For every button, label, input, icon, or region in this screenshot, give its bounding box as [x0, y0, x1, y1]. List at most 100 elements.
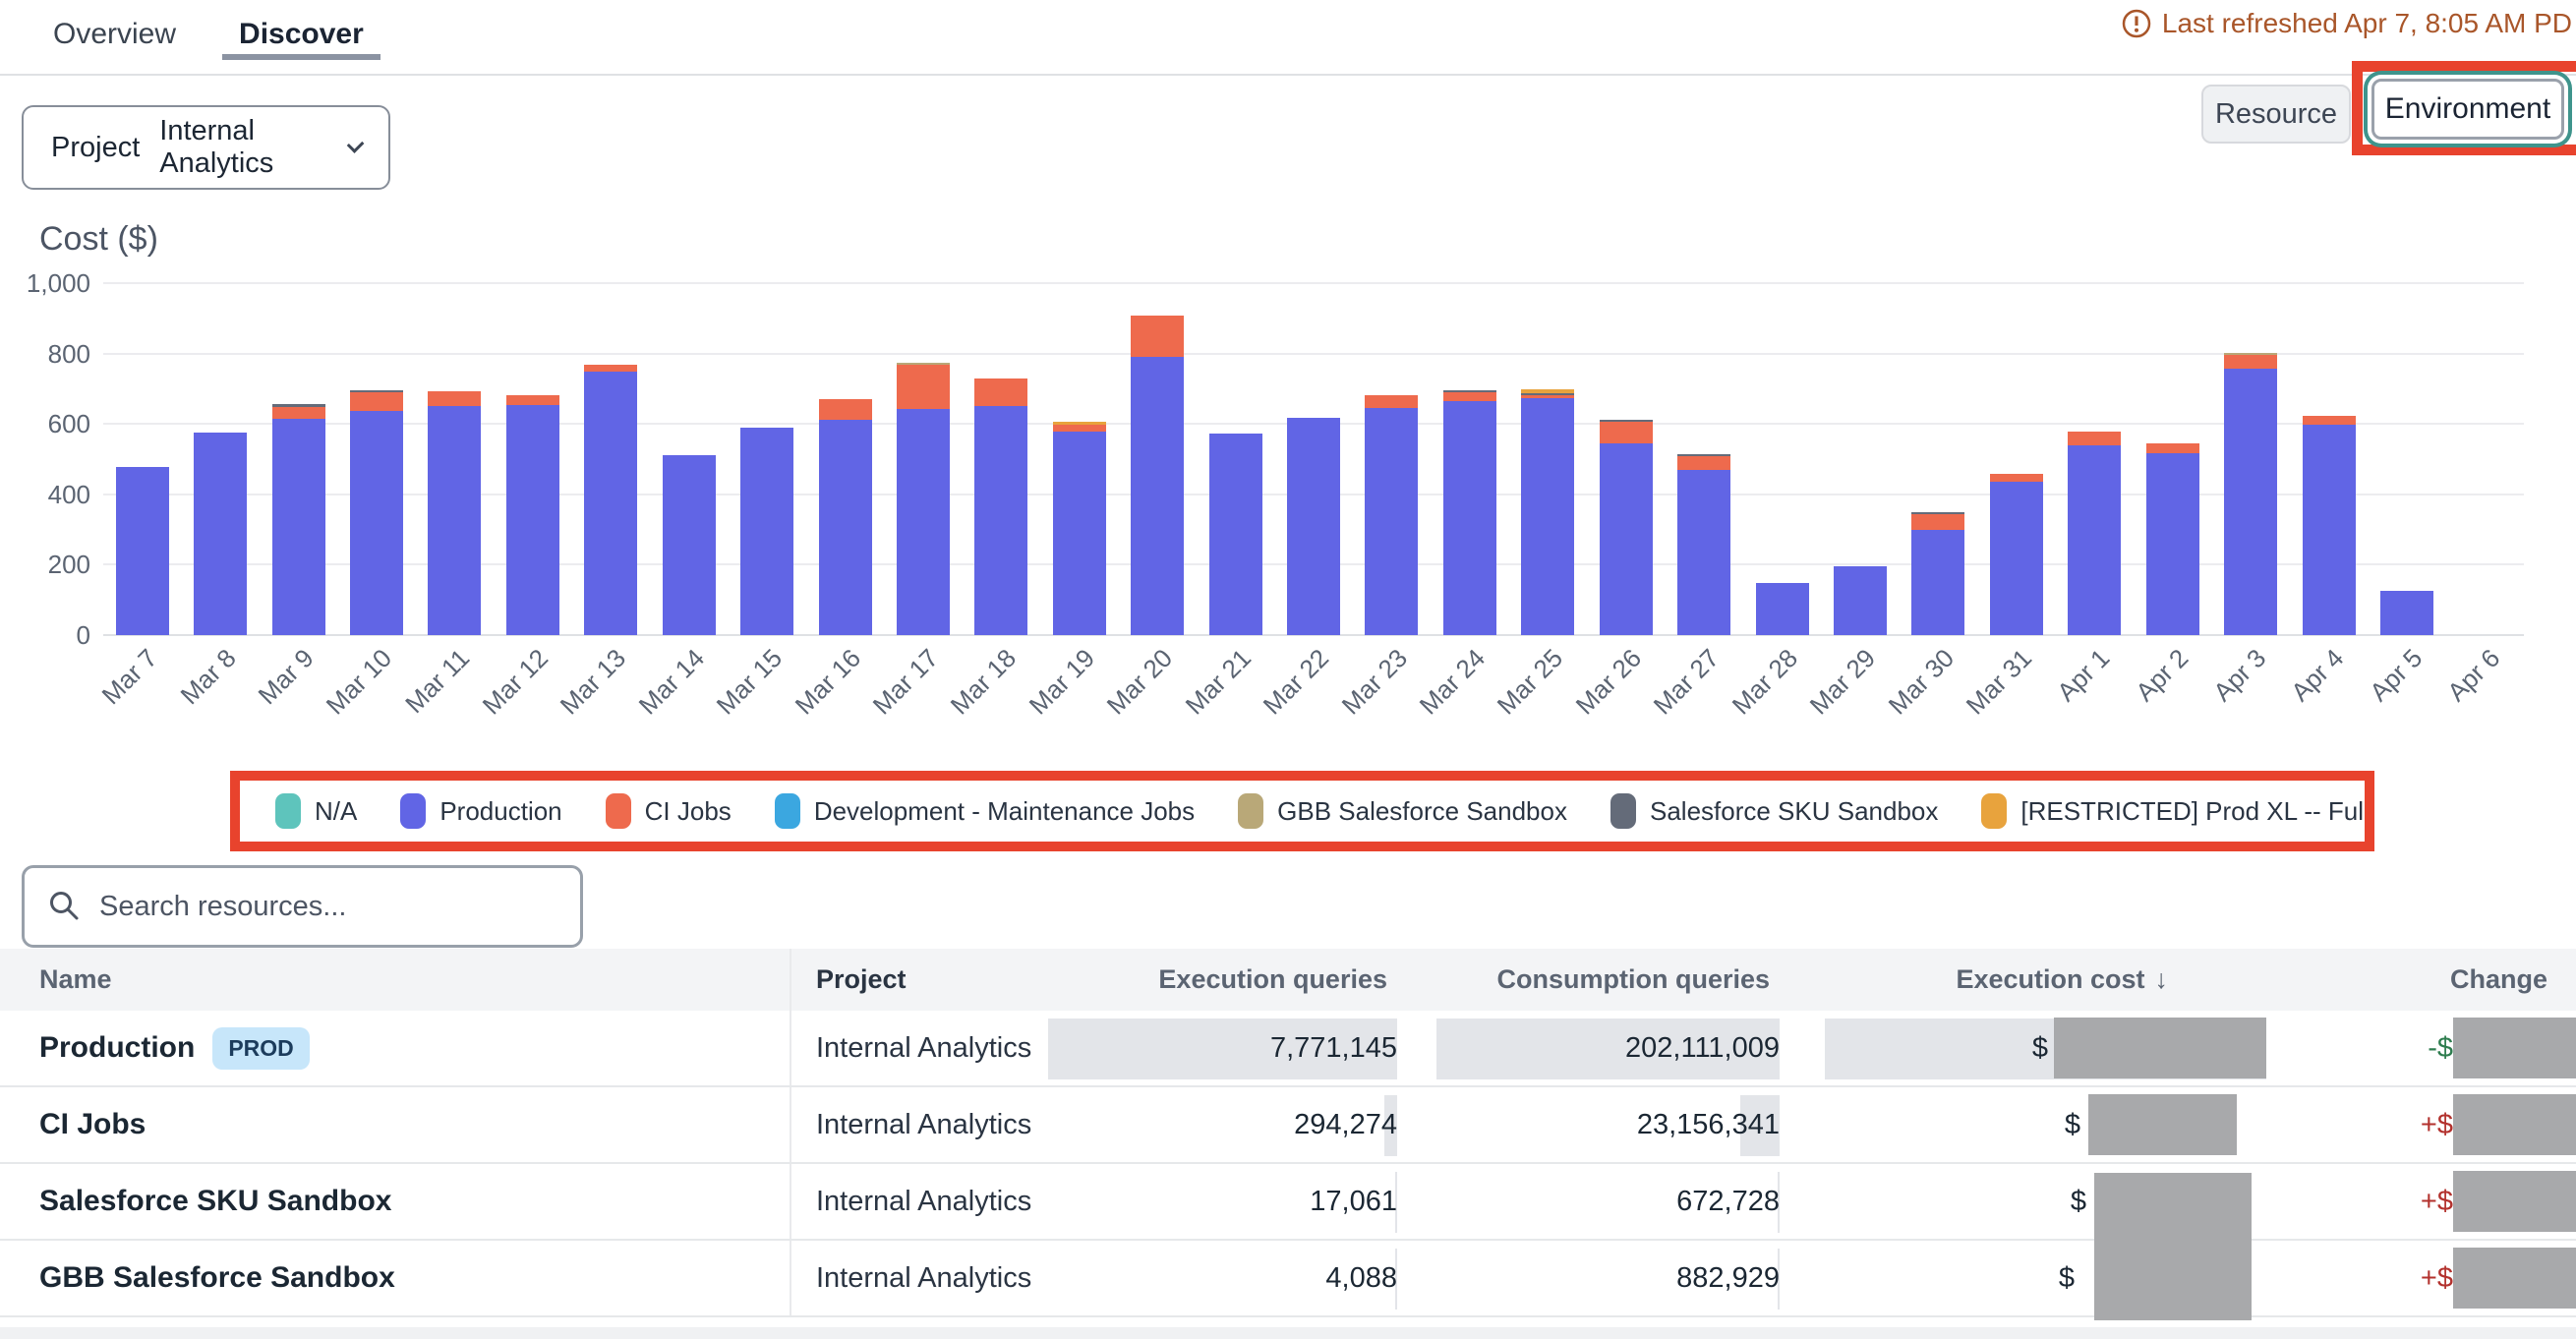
change-sign: +$ [2421, 1186, 2453, 1218]
bar-group-mar-22[interactable]: Mar 22 [1274, 283, 1352, 635]
bar-segment [2224, 369, 2277, 635]
y-axis-label: 800 [0, 339, 90, 370]
legend-item[interactable]: Development - Maintenance Jobs [775, 793, 1195, 829]
bar-group-apr-4[interactable]: Apr 4 [2290, 283, 2368, 635]
x-axis-label: Mar 11 [400, 643, 477, 720]
bar-group-mar-24[interactable]: Mar 24 [1431, 283, 1508, 635]
cell-execution-cost: $ [1780, 1164, 2271, 1239]
legend-item[interactable]: [RESTRICTED] Prod XL -- Full-Refresh job… [1981, 793, 2374, 829]
bar-group-mar-19[interactable]: Mar 19 [1040, 283, 1118, 635]
bar-group-apr-5[interactable]: Apr 5 [2368, 283, 2445, 635]
bar-segment [740, 428, 793, 635]
bar-group-mar-27[interactable]: Mar 27 [1665, 283, 1742, 635]
bar-segment [1911, 514, 1964, 530]
bar-segment [2303, 416, 2356, 425]
project-filter-dropdown[interactable]: Project Internal Analytics [22, 105, 390, 190]
search-icon [48, 890, 82, 923]
bar-group-apr-3[interactable]: Apr 3 [2211, 283, 2289, 635]
legend-label: GBB Salesforce Sandbox [1277, 796, 1567, 827]
bar-group-mar-13[interactable]: Mar 13 [572, 283, 650, 635]
bar-group-mar-17[interactable]: Mar 17 [884, 283, 962, 635]
bar-group-mar-30[interactable]: Mar 30 [1900, 283, 1977, 635]
x-axis-label: Mar 29 [1804, 643, 1882, 721]
cell-execution-cost: $ [1780, 1087, 2271, 1162]
cell-consumption-queries: 202,111,009 [1397, 1011, 1780, 1085]
redaction-box [2453, 1018, 2576, 1078]
legend-item[interactable]: GBB Salesforce Sandbox [1238, 793, 1567, 829]
legend-label: [RESTRICTED] Prod XL -- Full-Refresh job… [2020, 796, 2374, 827]
bar-group-mar-11[interactable]: Mar 11 [416, 283, 494, 635]
header-cell-execution-queries[interactable]: Execution queries [1032, 949, 1397, 1011]
bar-group-mar-31[interactable]: Mar 31 [1977, 283, 2055, 635]
table-header: NameProjectExecution queriesConsumption … [0, 949, 2576, 1011]
legend-item[interactable]: CI Jobs [606, 793, 732, 829]
header-cell-execution-cost[interactable]: Execution cost↓ [1780, 949, 2271, 1011]
bar-group-mar-9[interactable]: Mar 9 [260, 283, 337, 635]
cell-execution-queries: 17,061 [1032, 1164, 1397, 1239]
header-cell-change[interactable]: Change [2271, 949, 2576, 1011]
bar-group-apr-2[interactable]: Apr 2 [2134, 283, 2211, 635]
legend-item[interactable]: N/A [275, 793, 357, 829]
x-axis-label: Mar 8 [174, 643, 242, 711]
legend-swatch-icon [1981, 793, 2007, 829]
bar-group-mar-10[interactable]: Mar 10 [337, 283, 415, 635]
cell-project: Internal Analytics [791, 1087, 1032, 1162]
y-axis-label: 200 [0, 550, 90, 580]
table-bottom-strip [0, 1327, 2576, 1339]
x-axis-label: Mar 28 [1726, 643, 1803, 721]
change-sign: +$ [2421, 1109, 2453, 1141]
project-filter-label: Project [51, 132, 140, 164]
bar-segment [1677, 456, 1730, 470]
x-axis-label: Mar 21 [1179, 643, 1257, 721]
bar-group-mar-7[interactable]: Mar 7 [103, 283, 181, 635]
x-axis-label: Mar 10 [321, 643, 398, 721]
bar-segment [1911, 530, 1964, 635]
table-row[interactable]: ProductionPRODInternal Analytics7,771,14… [0, 1011, 2576, 1087]
bar-segment [2068, 445, 2121, 635]
bar-segment [1053, 432, 1106, 635]
bar-group-mar-15[interactable]: Mar 15 [728, 283, 805, 635]
bar-group-mar-16[interactable]: Mar 16 [806, 283, 884, 635]
bar-group-mar-12[interactable]: Mar 12 [494, 283, 571, 635]
environment-button[interactable]: Environment [2371, 79, 2564, 140]
bar-group-mar-26[interactable]: Mar 26 [1587, 283, 1665, 635]
legend-item[interactable]: Salesforce SKU Sandbox [1610, 793, 1938, 829]
bar-group-apr-6[interactable]: Apr 6 [2446, 283, 2524, 635]
table-row[interactable]: Salesforce SKU SandboxInternal Analytics… [0, 1164, 2576, 1241]
bar-group-mar-25[interactable]: Mar 25 [1509, 283, 1587, 635]
header-cell-name[interactable]: Name [0, 949, 791, 1011]
x-axis-label: Mar 17 [867, 643, 945, 721]
legend-swatch-icon [606, 793, 631, 829]
tab-overview[interactable]: Overview [53, 0, 176, 76]
redaction-box [2088, 1094, 2237, 1155]
bar-group-mar-18[interactable]: Mar 18 [963, 283, 1040, 635]
bar-group-mar-28[interactable]: Mar 28 [1743, 283, 1821, 635]
bar-group-mar-23[interactable]: Mar 23 [1353, 283, 1431, 635]
x-axis-label: Mar 27 [1648, 643, 1726, 721]
legend-label: Development - Maintenance Jobs [814, 796, 1195, 827]
bar-group-mar-20[interactable]: Mar 20 [1118, 283, 1196, 635]
cell-name: CI Jobs [0, 1087, 791, 1162]
bar-group-mar-8[interactable]: Mar 8 [181, 283, 259, 635]
legend-swatch-icon [275, 793, 301, 829]
legend-item[interactable]: Production [400, 793, 561, 829]
bar-group-mar-29[interactable]: Mar 29 [1821, 283, 1899, 635]
header-cell-project[interactable]: Project [791, 949, 1032, 1011]
x-axis-label: Mar 18 [945, 643, 1023, 721]
resource-button[interactable]: Resource [2201, 85, 2351, 144]
warning-icon [2121, 8, 2152, 39]
bar-segment [506, 395, 559, 405]
tab-discover[interactable]: Discover [239, 0, 364, 76]
legend-swatch-icon [1610, 793, 1636, 829]
bar-segment [1756, 583, 1809, 635]
bar-group-apr-1[interactable]: Apr 1 [2056, 283, 2134, 635]
bar-group-mar-21[interactable]: Mar 21 [1197, 283, 1274, 635]
bar-group-mar-14[interactable]: Mar 14 [650, 283, 728, 635]
x-axis-label: Mar 26 [1570, 643, 1648, 721]
search-input[interactable] [99, 891, 556, 923]
table-row[interactable]: CI JobsInternal Analytics294,27423,156,3… [0, 1087, 2576, 1164]
header-cell-consumption-queries[interactable]: Consumption queries [1397, 949, 1780, 1011]
bar-segment [584, 365, 637, 372]
legend-swatch-icon [775, 793, 800, 829]
legend-label: Production [439, 796, 561, 827]
